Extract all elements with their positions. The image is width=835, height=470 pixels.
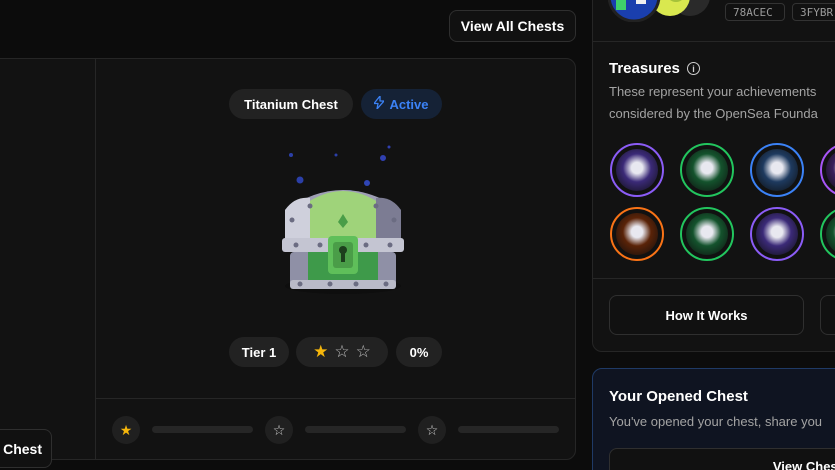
track-bar (458, 426, 559, 433)
address-code: 3FYBR (792, 3, 835, 21)
treasures-title: Treasures (609, 60, 680, 77)
treasure-badge-icon[interactable] (680, 143, 734, 197)
status-badge: Active (361, 89, 442, 119)
chest-name-pill: Titanium Chest (229, 89, 353, 119)
star-outline-icon: ☆ (355, 342, 371, 361)
track-star-filled-icon: ★ (112, 416, 140, 444)
treasures-description: considered by the OpenSea Founda (609, 106, 818, 121)
panel-divider-vertical (95, 58, 96, 460)
star-rating: ★ ☆ ☆ (296, 337, 388, 367)
panel-separator (593, 278, 835, 279)
view-chest-button[interactable]: View Chest (609, 448, 835, 470)
progress-pill: 0% (396, 337, 442, 367)
how-it-works-button[interactable]: How It Works (609, 295, 804, 335)
opened-chest-title: Your Opened Chest (609, 388, 748, 405)
track-bar (152, 426, 253, 433)
chest-name: Titanium Chest (244, 96, 338, 112)
avatar-group (607, 0, 718, 23)
info-icon[interactable]: i (687, 62, 700, 75)
chest-illustration (270, 140, 415, 305)
track-star-outline-icon: ☆ (265, 416, 293, 444)
tier-label: Tier 1 (241, 344, 277, 360)
track-star-outline-icon: ☆ (418, 416, 446, 444)
treasure-badge-icon[interactable] (610, 207, 664, 261)
chest-button[interactable]: t Chest (0, 429, 52, 468)
treasures-description: These represent your achievements (609, 84, 817, 99)
opened-chest-description: You've opened your chest, share you (609, 414, 823, 429)
progress-percent: 0% (409, 344, 429, 360)
address-code: 78ACEC (725, 3, 785, 21)
tier-pill: Tier 1 (229, 337, 289, 367)
treasure-badge-icon[interactable] (610, 143, 664, 197)
treasure-badge-icon[interactable] (750, 207, 804, 261)
panel-divider-horizontal (96, 398, 575, 399)
panel-separator (593, 41, 835, 42)
track-bar (305, 426, 406, 433)
treasure-badge-icon[interactable] (750, 143, 804, 197)
lightning-icon (373, 95, 386, 112)
view-all-chests-button[interactable]: View All Chests (449, 10, 576, 42)
treasure-badge-icon[interactable] (680, 207, 734, 261)
star-filled-icon: ★ (313, 342, 329, 361)
secondary-button[interactable] (820, 295, 835, 335)
status-text: Active (389, 96, 429, 112)
star-outline-icon: ☆ (334, 342, 350, 361)
